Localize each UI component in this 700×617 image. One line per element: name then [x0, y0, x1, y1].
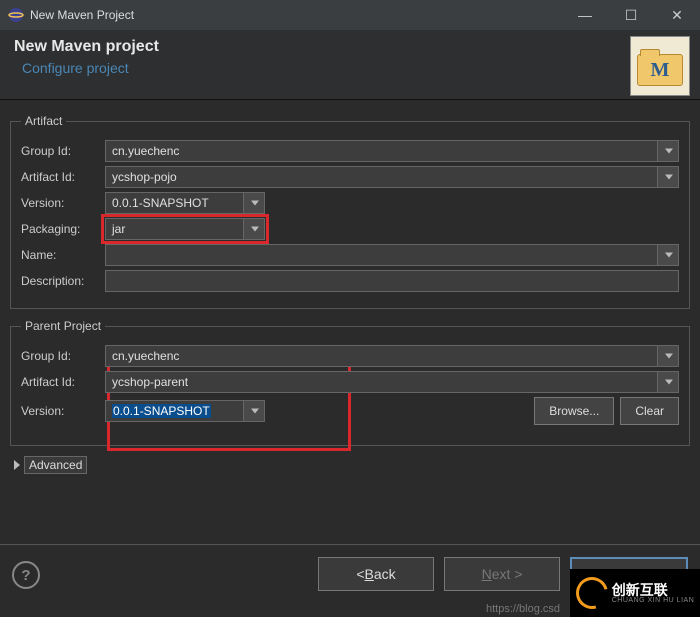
- packaging-field[interactable]: jar: [105, 218, 265, 240]
- name-field[interactable]: [105, 244, 679, 266]
- window-title: New Maven Project: [30, 8, 134, 22]
- window-controls: — ☐ ✕: [562, 0, 700, 30]
- chevron-down-icon: [665, 380, 673, 385]
- browse-button[interactable]: Browse...: [534, 397, 614, 425]
- close-button[interactable]: ✕: [654, 0, 700, 30]
- eclipse-icon: [8, 7, 24, 23]
- parent-version-field[interactable]: 0.0.1-SNAPSHOT: [105, 400, 265, 422]
- help-icon[interactable]: ?: [12, 561, 40, 589]
- watermark-text: https://blog.csd: [486, 603, 560, 615]
- next-button: Next >: [444, 557, 560, 591]
- parent-legend: Parent Project: [21, 319, 105, 333]
- banner-title: New Maven project: [14, 38, 686, 56]
- parent-group: Parent Project Group Id: cn.yuechenc Art…: [10, 319, 690, 446]
- name-label: Name:: [21, 248, 99, 262]
- packaging-label: Packaging:: [21, 222, 99, 236]
- wizard-banner: New Maven project Configure project M: [0, 30, 700, 100]
- back-button[interactable]: < Back: [318, 557, 434, 591]
- parent-version-label: Version:: [21, 404, 99, 418]
- chevron-down-icon: [665, 149, 673, 154]
- chevron-down-icon: [665, 354, 673, 359]
- chevron-down-icon: [251, 409, 259, 414]
- artifact-group: Artifact Group Id: cn.yuechenc Artifact …: [10, 114, 690, 309]
- description-label: Description:: [21, 274, 99, 288]
- artifact-id-field[interactable]: ycshop-pojo: [105, 166, 679, 188]
- group-id-label: Group Id:: [21, 144, 99, 158]
- banner-subtitle: Configure project: [22, 60, 686, 76]
- chevron-down-icon: [665, 175, 673, 180]
- artifact-id-label: Artifact Id:: [21, 170, 99, 184]
- parent-artifact-id-label: Artifact Id:: [21, 375, 99, 389]
- parent-group-id-label: Group Id:: [21, 349, 99, 363]
- description-field[interactable]: [105, 270, 679, 292]
- parent-artifact-id-field[interactable]: ycshop-parent: [105, 371, 679, 393]
- artifact-legend: Artifact: [21, 114, 66, 128]
- parent-group-id-field[interactable]: cn.yuechenc: [105, 345, 679, 367]
- triangle-right-icon: [14, 460, 20, 470]
- group-id-field[interactable]: cn.yuechenc: [105, 140, 679, 162]
- chevron-down-icon: [251, 201, 259, 206]
- clear-button[interactable]: Clear: [620, 397, 679, 425]
- maximize-button[interactable]: ☐: [608, 0, 654, 30]
- titlebar: New Maven Project — ☐ ✕: [0, 0, 700, 30]
- minimize-button[interactable]: —: [562, 0, 608, 30]
- brand-logo: 创新互联 CHUANG XIN HU LIAN: [570, 569, 700, 617]
- logo-icon: [570, 571, 614, 615]
- version-field[interactable]: 0.0.1-SNAPSHOT: [105, 192, 265, 214]
- advanced-label: Advanced: [24, 456, 87, 474]
- chevron-down-icon: [251, 227, 259, 232]
- version-label: Version:: [21, 196, 99, 210]
- advanced-toggle[interactable]: Advanced: [14, 456, 688, 474]
- chevron-down-icon: [665, 253, 673, 258]
- banner-icon: M: [630, 36, 690, 96]
